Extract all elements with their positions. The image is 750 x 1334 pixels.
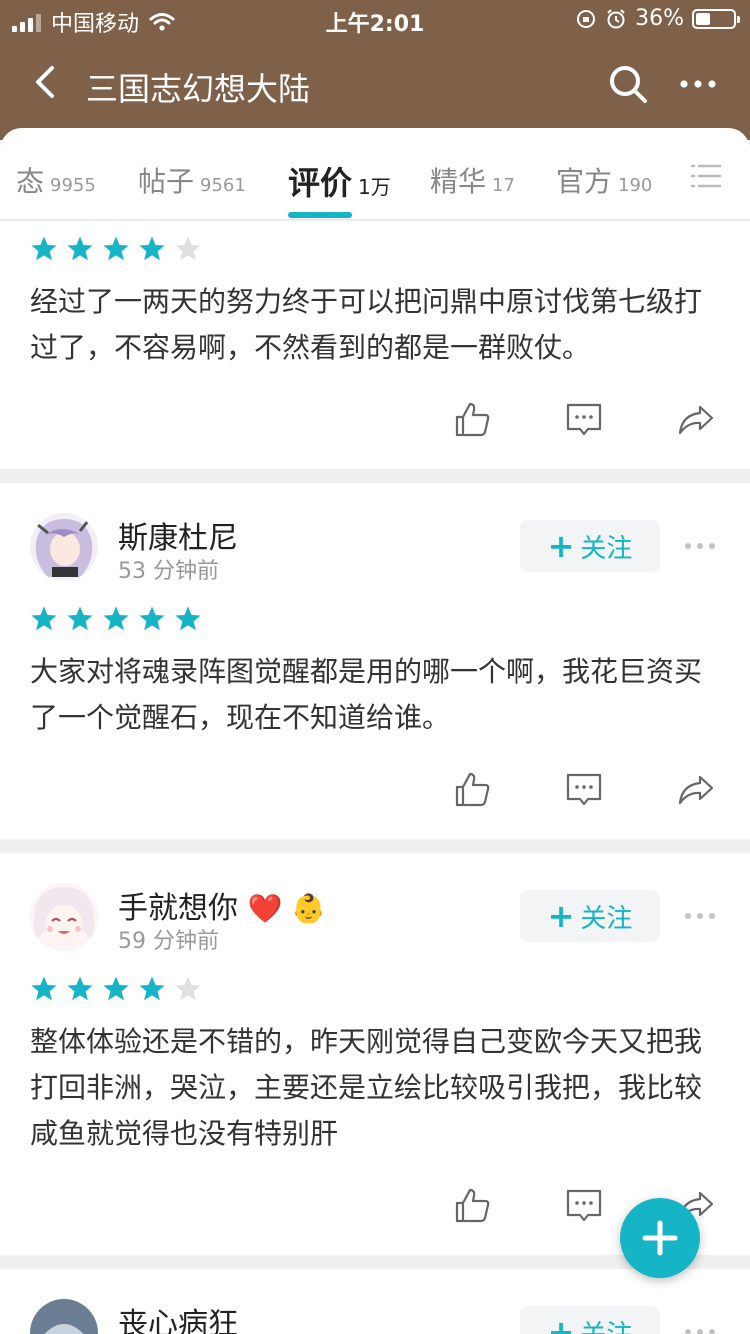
- star-filled-icon: [67, 236, 93, 261]
- tab-count: 9955: [50, 175, 96, 196]
- nav-bar: 三国志幻想大陆: [0, 40, 750, 128]
- follow-button[interactable]: + 关注: [520, 890, 660, 942]
- star-filled-icon: [175, 606, 201, 631]
- comment-icon[interactable]: [564, 399, 604, 439]
- share-icon[interactable]: [676, 769, 716, 809]
- review-card: 丧心病狂 + 关注: [0, 1269, 750, 1334]
- star-filled-icon: [139, 606, 165, 631]
- review-card: 斯康杜尼 53 分钟前 + 关注 大家对将魂录阵图觉醒都是用的哪一个啊，我花巨资…: [0, 483, 750, 839]
- follow-button[interactable]: + 关注: [520, 520, 660, 572]
- tab-featured[interactable]: 精华 17: [430, 160, 515, 200]
- plus-icon: +: [547, 897, 575, 935]
- battery-percent: 36%: [635, 6, 684, 31]
- like-icon[interactable]: [452, 769, 492, 809]
- star-rating: [30, 235, 202, 263]
- orientation-lock-icon: [577, 9, 596, 28]
- app-header: 中国移动 上午2:01 36% 三国志幻想大陆: [0, 0, 750, 140]
- star-filled-icon: [31, 606, 57, 631]
- tab-label: 精华: [430, 165, 487, 198]
- tab-bar: 态 9955 帖子 9561 评价 1万 精华 17 官方 190: [0, 128, 750, 220]
- battery-icon: [692, 8, 740, 29]
- follow-label: 关注: [580, 533, 633, 564]
- comment-icon[interactable]: [564, 1185, 604, 1225]
- page-title: 三国志幻想大陆: [86, 70, 311, 108]
- star-filled-icon: [139, 236, 165, 261]
- plus-icon: [642, 1220, 678, 1256]
- star-filled-icon: [67, 976, 93, 1001]
- avatar[interactable]: [30, 513, 98, 581]
- star-filled-icon: [67, 606, 93, 631]
- tab-label: 官方: [556, 165, 613, 198]
- comment-icon[interactable]: [564, 769, 604, 809]
- username-emoji: ❤️ 👶: [247, 892, 327, 925]
- username[interactable]: 丧心病狂: [118, 1299, 238, 1334]
- username-text: 手就想你: [118, 891, 238, 926]
- post-time: 53 分钟前: [118, 559, 219, 584]
- active-tab-indicator: [288, 212, 352, 218]
- star-empty-icon: [175, 236, 201, 261]
- tab-label: 评价: [288, 164, 353, 202]
- username[interactable]: 斯康杜尼: [118, 513, 238, 557]
- username[interactable]: 手就想你 ❤️ 👶: [118, 883, 326, 927]
- star-filled-icon: [31, 236, 57, 261]
- avatar[interactable]: [30, 883, 98, 951]
- avatar[interactable]: [30, 1299, 98, 1334]
- like-icon[interactable]: [452, 399, 492, 439]
- star-filled-icon: [139, 976, 165, 1001]
- more-icon[interactable]: [684, 1327, 716, 1334]
- follow-label: 关注: [580, 903, 633, 934]
- star-empty-icon: [175, 976, 201, 1001]
- more-icon[interactable]: [684, 911, 716, 921]
- star-rating: [30, 605, 202, 633]
- plus-icon: +: [547, 527, 575, 565]
- follow-button[interactable]: + 关注: [520, 1306, 660, 1334]
- more-icon[interactable]: [684, 541, 716, 551]
- search-icon[interactable]: [606, 62, 650, 106]
- review-content: 整体体验还是不错的，昨天刚觉得自己变欧今天又把我打回非洲，哭泣，主要还是立绘比较…: [30, 1025, 703, 1150]
- follow-label: 关注: [580, 1314, 632, 1334]
- add-review-button[interactable]: [620, 1198, 700, 1278]
- like-icon[interactable]: [452, 1185, 492, 1225]
- review-card: 经过了一两天的努力终于可以把问鼎中原讨伐第七级打过了，不容易啊，不然看到的都是一…: [0, 221, 750, 469]
- star-filled-icon: [103, 236, 129, 261]
- post-time: 59 分钟前: [118, 929, 219, 954]
- list-menu-icon[interactable]: [690, 162, 722, 190]
- tab-count: 190: [618, 175, 653, 196]
- more-icon[interactable]: [676, 62, 720, 106]
- star-filled-icon: [103, 606, 129, 631]
- tab-label: 态: [16, 165, 45, 198]
- review-content: 大家对将魂录阵图觉醒都是用的哪一个啊，我花巨资买了一个觉醒石，现在不知道给谁。: [30, 655, 703, 734]
- star-filled-icon: [103, 976, 129, 1001]
- tab-dynamics[interactable]: 态 9955: [16, 160, 96, 200]
- back-arrow-icon[interactable]: [28, 62, 64, 102]
- star-filled-icon: [31, 976, 57, 1001]
- review-content: 经过了一两天的努力终于可以把问鼎中原讨伐第七级打过了，不容易啊，不然看到的都是一…: [30, 285, 703, 364]
- tab-posts[interactable]: 帖子 9561: [138, 160, 246, 200]
- star-rating: [30, 975, 202, 1003]
- tab-count: 9561: [200, 175, 246, 196]
- tab-count: 1万: [358, 175, 391, 199]
- review-card: 手就想你 ❤️ 👶 59 分钟前 + 关注 整体体验还是不错的，昨天刚觉得自己变…: [0, 853, 750, 1255]
- tab-official[interactable]: 官方 190: [556, 160, 652, 200]
- plus-icon: +: [547, 1313, 575, 1334]
- tab-reviews[interactable]: 评价 1万: [288, 158, 391, 204]
- tab-count: 17: [492, 175, 515, 196]
- status-bar: 中国移动 上午2:01 36%: [0, 0, 750, 40]
- share-icon[interactable]: [676, 399, 716, 439]
- tab-label: 帖子: [138, 165, 195, 198]
- alarm-icon: [607, 8, 625, 28]
